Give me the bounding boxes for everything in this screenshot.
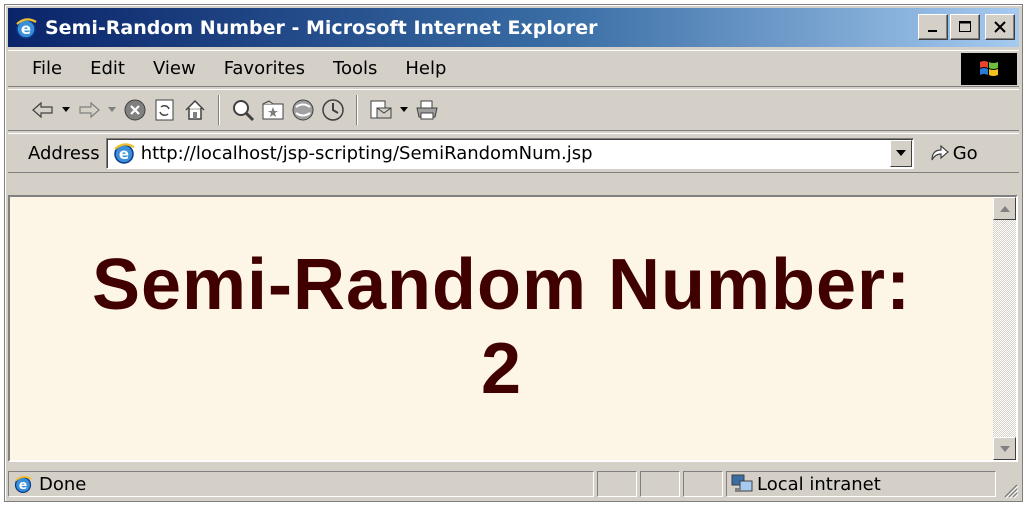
svg-text:e: e <box>119 145 129 163</box>
menu-file[interactable]: File <box>8 58 76 79</box>
content-frame: Semi-Random Number: 2 <box>8 195 1018 462</box>
intranet-icon <box>731 474 753 494</box>
close-button[interactable] <box>985 14 1015 40</box>
stop-icon <box>124 99 146 121</box>
menu-view[interactable]: View <box>139 58 210 79</box>
media-button[interactable] <box>288 93 318 127</box>
go-label: Go <box>952 142 978 164</box>
forward-dropdown[interactable] <box>104 93 120 127</box>
menu-tools[interactable]: Tools <box>319 58 391 79</box>
status-panel: e Done <box>8 471 594 497</box>
status-cell <box>683 471 723 497</box>
page-icon: e <box>111 140 137 166</box>
title-bar[interactable]: e Semi-Random Number - Microsoft Interne… <box>8 8 1019 47</box>
vertical-scrollbar[interactable] <box>993 197 1016 460</box>
stop-button[interactable] <box>120 93 150 127</box>
chevron-down-icon <box>108 107 116 112</box>
mail-button[interactable] <box>366 93 396 127</box>
history-icon <box>322 99 344 121</box>
ie-icon: e <box>13 15 39 41</box>
chevron-down-icon <box>999 445 1010 452</box>
go-button[interactable]: Go <box>928 142 978 164</box>
go-arrow-icon <box>931 144 949 161</box>
close-icon <box>994 21 1006 33</box>
home-button[interactable] <box>180 93 210 127</box>
media-icon <box>292 99 314 121</box>
page-heading: Semi-Random Number: 2 <box>10 243 993 411</box>
forward-icon <box>79 101 100 119</box>
chevron-up-icon <box>999 205 1010 212</box>
favorites-icon <box>262 100 284 120</box>
resize-grip-icon[interactable] <box>999 479 1019 499</box>
back-button[interactable] <box>28 93 58 127</box>
mail-dropdown[interactable] <box>396 93 412 127</box>
refresh-icon <box>155 99 174 121</box>
status-cell <box>597 471 637 497</box>
status-bar: e Done Local intranet <box>8 469 1019 499</box>
menu-edit[interactable]: Edit <box>76 58 139 79</box>
chevron-down-icon <box>895 150 906 156</box>
minimize-icon <box>928 30 937 32</box>
print-icon <box>416 100 438 120</box>
forward-button[interactable] <box>74 93 104 127</box>
search-button[interactable] <box>228 93 258 127</box>
home-icon <box>185 99 205 120</box>
window-title: Semi-Random Number - Microsoft Internet … <box>45 16 598 39</box>
page-content: Semi-Random Number: 2 <box>10 197 993 460</box>
toolbar-separator <box>356 95 358 125</box>
chevron-down-icon <box>62 107 70 112</box>
scroll-up-button[interactable] <box>993 197 1016 220</box>
zone-label: Local intranet <box>757 473 881 495</box>
maximize-icon <box>959 21 971 32</box>
svg-text:e: e <box>19 477 27 492</box>
search-icon <box>233 100 255 122</box>
menu-help[interactable]: Help <box>391 58 460 79</box>
chevron-down-icon <box>400 107 408 112</box>
mail-icon <box>370 100 392 119</box>
maximize-button[interactable] <box>950 14 980 40</box>
menu-favorites[interactable]: Favorites <box>210 58 319 79</box>
minimize-button[interactable] <box>918 14 948 40</box>
print-button[interactable] <box>412 93 442 127</box>
address-bar: Address e http://localhost/jsp-scripting… <box>8 133 1019 173</box>
address-input[interactable]: e http://localhost/jsp-scripting/SemiRan… <box>105 137 914 169</box>
scroll-down-button[interactable] <box>993 437 1016 460</box>
address-dropdown-button[interactable] <box>889 139 912 167</box>
history-button[interactable] <box>318 93 348 127</box>
back-dropdown[interactable] <box>58 93 74 127</box>
security-zone: Local intranet <box>726 471 996 497</box>
address-url: http://localhost/jsp-scripting/SemiRando… <box>140 142 593 164</box>
random-number: 2 <box>480 329 523 409</box>
toolbar-separator <box>218 95 220 125</box>
heading-text: Semi-Random Number: <box>91 245 912 325</box>
status-cell <box>640 471 680 497</box>
browser-window: e Semi-Random Number - Microsoft Interne… <box>4 4 1023 502</box>
back-icon <box>32 101 53 119</box>
ie-icon: e <box>13 474 33 494</box>
svg-text:e: e <box>21 20 31 38</box>
status-text: Done <box>39 473 87 495</box>
menu-bar: File Edit View Favorites Tools Help <box>8 50 1019 87</box>
refresh-button[interactable] <box>150 93 180 127</box>
address-label: Address <box>28 142 100 164</box>
standard-toolbar <box>8 89 1019 131</box>
windows-logo-icon <box>961 53 1017 85</box>
favorites-button[interactable] <box>258 93 288 127</box>
